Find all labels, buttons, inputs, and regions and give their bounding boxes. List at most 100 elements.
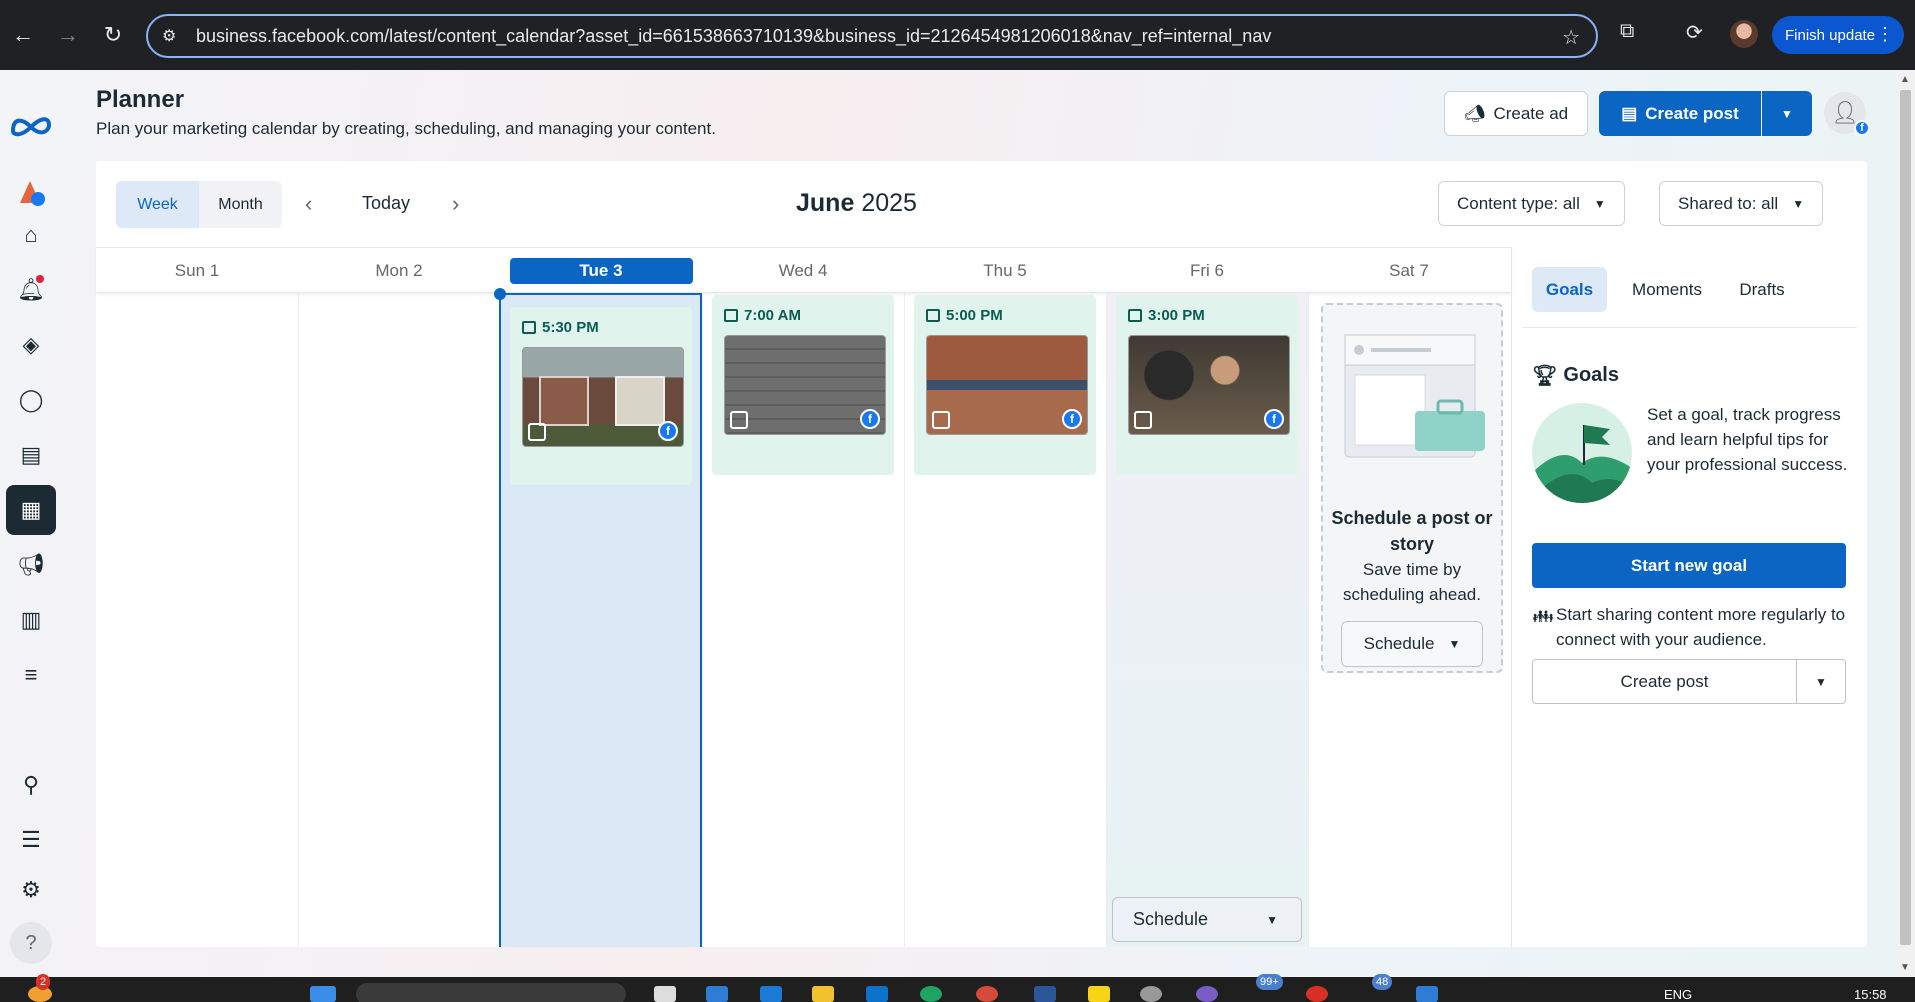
clock[interactable]: 15:58 — [1854, 987, 1887, 1002]
people-icon: 👪︎ — [1532, 607, 1554, 626]
app-a-icon[interactable] — [1196, 986, 1218, 1002]
shared-to-label: Shared to: all — [1678, 193, 1779, 213]
windows-start-icon[interactable] — [310, 986, 336, 1002]
post-icon — [1128, 309, 1142, 322]
post-thumbnail[interactable]: f — [1128, 335, 1290, 435]
ads-megaphone-icon[interactable]: 📢︎ — [6, 540, 56, 590]
task-view-icon[interactable] — [654, 986, 676, 1002]
chrome-green-icon[interactable] — [920, 986, 942, 1002]
goals-description: Set a goal, track progress and learn hel… — [1647, 405, 1848, 474]
create-post-label: Create post — [1645, 103, 1739, 123]
post-time: 7:00 AM — [724, 307, 801, 324]
post-thumbnail[interactable]: f — [926, 335, 1088, 435]
performance-icon[interactable]: ⟳ — [1686, 20, 1703, 45]
week-view-button[interactable]: Week — [116, 181, 199, 228]
previous-week-icon[interactable]: ‹ — [305, 191, 312, 217]
day-header-tue-today: Tue 3 — [500, 248, 702, 294]
url-text[interactable]: business.facebook.com/latest/content_cal… — [196, 26, 1271, 47]
settings-gear-icon[interactable]: ⚙ — [6, 865, 56, 915]
create-post-button[interactable]: ▤ Create post — [1599, 91, 1761, 136]
planner-calendar-icon[interactable]: ▦ — [6, 485, 56, 535]
scheduled-post-thu[interactable]: 5:00 PM f — [914, 295, 1096, 475]
create-post-dropdown[interactable]: ▼ — [1762, 91, 1812, 136]
image-icon — [730, 411, 748, 429]
back-icon[interactable]: ← — [5, 17, 41, 53]
create-ad-button[interactable]: 📣︎ Create ad — [1444, 91, 1588, 136]
address-bar[interactable]: ⚙ business.facebook.com/latest/content_c… — [146, 14, 1598, 58]
scrollbar-thumb[interactable] — [1900, 90, 1911, 945]
browser-profile-avatar[interactable] — [1730, 20, 1758, 48]
month-view-button[interactable]: Month — [199, 181, 282, 228]
image-icon — [932, 411, 950, 429]
post-thumbnail[interactable]: f — [724, 335, 886, 435]
tab-goals[interactable]: Goals — [1532, 267, 1607, 312]
next-week-icon[interactable]: › — [452, 191, 459, 217]
extensions-icon[interactable]: ⧉ — [1620, 20, 1634, 43]
forward-icon[interactable]: → — [50, 17, 86, 53]
scheduled-post-tue[interactable]: 5:30 PM f — [510, 307, 692, 485]
meta-logo-icon[interactable] — [6, 100, 56, 150]
post-thumbnail[interactable]: f — [522, 347, 684, 447]
app-w-icon[interactable] — [1140, 986, 1162, 1002]
chevron-down-icon[interactable]: ▼ — [1797, 660, 1845, 703]
tab-moments[interactable]: Moments — [1617, 267, 1717, 312]
file-explorer-icon[interactable] — [812, 986, 834, 1002]
page-scrollbar[interactable]: ▲ ▼ — [1896, 70, 1915, 977]
post-time: 5:30 PM — [522, 319, 599, 336]
vscode-icon[interactable] — [706, 986, 728, 1002]
facebook-icon: f — [658, 421, 678, 441]
word-icon[interactable] — [1034, 986, 1056, 1002]
home-icon[interactable]: ⌂ — [6, 210, 56, 260]
scroll-down-icon[interactable]: ▼ — [1900, 962, 1910, 973]
content-icon[interactable]: ▤ — [6, 430, 56, 480]
chrome-profile-icon[interactable] — [976, 986, 998, 1002]
scroll-up-icon[interactable]: ▲ — [1900, 74, 1910, 85]
panel-divider — [1522, 327, 1857, 328]
facebook-icon: f — [860, 409, 880, 429]
today-label: Tue 3 — [509, 258, 693, 284]
edge-icon[interactable] — [760, 986, 782, 1002]
page-subtitle: Plan your marketing calendar by creating… — [96, 119, 716, 138]
bookmark-star-icon[interactable]: ☆ — [1562, 25, 1580, 50]
current-time-indicator — [494, 288, 506, 300]
sticky-notes-icon[interactable] — [1088, 986, 1110, 1002]
planner-card: Week Month ‹ Today › June 2025 Content t… — [96, 161, 1867, 947]
content-type-filter[interactable]: Content type: all ▼ — [1438, 181, 1625, 226]
schedule-prompt-card: Schedule a post or story Save time by sc… — [1321, 303, 1503, 673]
shared-to-filter[interactable]: Shared to: all ▼ — [1659, 181, 1824, 226]
schedule-dropdown-button[interactable]: Schedule ▼ — [1341, 621, 1483, 667]
language-indicator[interactable]: ENG — [1664, 987, 1692, 1002]
notifications-bell-icon[interactable]: 🔔︎ — [6, 265, 56, 315]
windows-taskbar: 2 99+ 48 ENG 15:58 — [0, 974, 1915, 1002]
day-header-sat: Sat 7 — [1389, 261, 1429, 280]
compass-icon[interactable]: ◈ — [6, 320, 56, 370]
mail-icon[interactable] — [866, 986, 888, 1002]
chrome-red-icon[interactable] — [1306, 986, 1328, 1002]
panel-create-post-label[interactable]: Create post — [1533, 660, 1797, 703]
app-blue-icon[interactable] — [1416, 986, 1438, 1002]
scheduled-post-wed[interactable]: 7:00 AM f — [712, 295, 894, 475]
reload-icon[interactable]: ↻ — [95, 17, 131, 53]
post-time-label: 7:00 AM — [744, 307, 801, 324]
start-new-goal-button[interactable]: Start new goal — [1532, 543, 1846, 588]
search-icon[interactable]: ⚲ — [6, 760, 56, 810]
today-button[interactable]: Today — [362, 193, 410, 214]
tab-drafts[interactable]: Drafts — [1722, 267, 1802, 312]
insights-bar-chart-icon[interactable]: ▥ — [6, 595, 56, 645]
day-column-sun[interactable] — [96, 293, 298, 947]
scheduled-post-fri[interactable]: 3:00 PM f — [1116, 295, 1298, 475]
panel-create-post-button[interactable]: Create post ▼ — [1532, 659, 1846, 704]
browser-menu-icon[interactable]: ⋮ — [1876, 24, 1894, 45]
menu-hamburger-icon[interactable]: ≡ — [6, 650, 56, 700]
profile-avatar[interactable]: 👤︎ f — [1824, 92, 1870, 136]
taskbar-search-box[interactable] — [356, 983, 626, 1002]
inbox-chat-icon[interactable]: ◯ — [6, 375, 56, 425]
friday-schedule-button[interactable]: Schedule ▼ — [1112, 897, 1302, 942]
list-icon[interactable]: ☰ — [6, 815, 56, 865]
finish-update-button[interactable]: Finish update ⋮ — [1772, 16, 1904, 54]
post-time: 3:00 PM — [1128, 307, 1205, 324]
help-icon[interactable]: ? — [6, 918, 56, 968]
day-column-mon[interactable] — [298, 293, 500, 947]
site-info-icon[interactable]: ⚙ — [162, 26, 182, 46]
megaphone-icon: 📣︎ — [1463, 103, 1486, 123]
